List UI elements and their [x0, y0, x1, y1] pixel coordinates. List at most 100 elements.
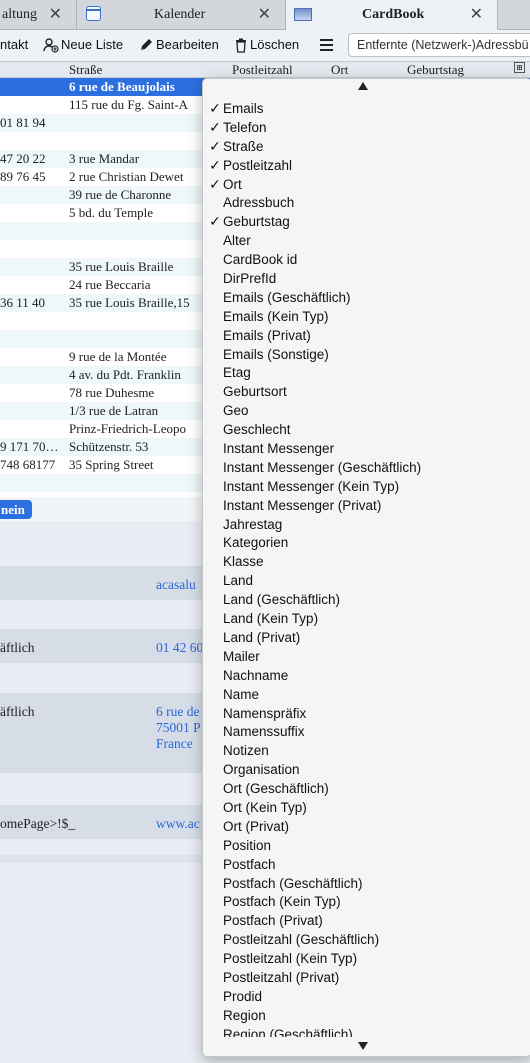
- column-option[interactable]: Etag: [203, 363, 530, 382]
- new-list-button[interactable]: Neue Liste: [43, 30, 123, 60]
- column-option-label: Position: [223, 837, 272, 853]
- column-picker-icon[interactable]: ⊞: [514, 62, 525, 73]
- column-option-label: Name: [223, 686, 260, 702]
- column-option[interactable]: Land: [203, 571, 530, 590]
- contact-street-cell: 35 rue Louis Braille: [69, 259, 174, 274]
- column-option-label: Instant Messenger: [223, 441, 335, 457]
- column-option[interactable]: Name: [203, 685, 530, 704]
- column-option[interactable]: Postleitzahl (Kein Typ): [203, 949, 530, 968]
- column-option[interactable]: ✓ Ort: [203, 175, 530, 194]
- column-option[interactable]: Postfach (Geschäftlich): [203, 874, 530, 893]
- column-option-label: CardBook id: [223, 252, 298, 268]
- column-option[interactable]: Land (Kein Typ): [203, 609, 530, 628]
- column-option[interactable]: Land (Geschäftlich): [203, 590, 530, 609]
- column-option[interactable]: Instant Messenger (Privat): [203, 496, 530, 515]
- hamburger-menu-icon[interactable]: [320, 39, 333, 51]
- contact-street-cell: 2 rue Christian Dewet: [69, 169, 184, 184]
- column-option[interactable]: Geo: [203, 401, 530, 420]
- detail-address-line[interactable]: 6 rue de: [156, 704, 199, 720]
- column-option[interactable]: Instant Messenger: [203, 439, 530, 458]
- column-option[interactable]: CardBook id: [203, 250, 530, 269]
- column-option[interactable]: Ort (Privat): [203, 817, 530, 836]
- tab-address-management[interactable]: altung ✕: [0, 0, 77, 29]
- tab-bar: altung ✕ Kalender ✕ CardBook ✕: [0, 0, 530, 30]
- column-option[interactable]: Ort (Geschäftlich): [203, 779, 530, 798]
- column-option[interactable]: Postleitzahl (Privat): [203, 968, 530, 987]
- new-list-label: Neue Liste: [61, 37, 124, 52]
- column-option[interactable]: DirPrefId: [203, 269, 530, 288]
- column-option-label: Nachname: [223, 667, 289, 683]
- column-option[interactable]: Emails (Privat): [203, 326, 530, 345]
- column-option[interactable]: Postfach (Privat): [203, 911, 530, 930]
- column-option[interactable]: Postleitzahl (Geschäftlich): [203, 930, 530, 949]
- column-option[interactable]: ✓ Emails: [203, 99, 530, 118]
- column-option[interactable]: Land (Privat): [203, 628, 530, 647]
- column-option-label: Instant Messenger (Kein Typ): [223, 478, 400, 494]
- column-option[interactable]: ✓ Postleitzahl: [203, 156, 530, 175]
- column-option[interactable]: ✓ Straße: [203, 137, 530, 156]
- column-option[interactable]: Region (Geschäftlich): [203, 1025, 530, 1037]
- column-option[interactable]: Position: [203, 836, 530, 855]
- column-option-label: Telefon: [223, 119, 267, 135]
- contact-phone-cell: 36 11 40: [0, 295, 46, 310]
- column-option[interactable]: Geschlecht: [203, 420, 530, 439]
- column-option[interactable]: Klasse: [203, 552, 530, 571]
- column-header-city[interactable]: Ort: [331, 62, 348, 77]
- column-option-label: Instant Messenger (Privat): [223, 497, 382, 513]
- column-option[interactable]: Instant Messenger (Kein Typ): [203, 477, 530, 496]
- column-option[interactable]: ✓ Geburtstag: [203, 212, 530, 231]
- detail-homepage-value[interactable]: www.ac: [156, 816, 200, 832]
- column-option[interactable]: Prodid: [203, 987, 530, 1006]
- close-icon[interactable]: ✕: [470, 0, 483, 29]
- selected-value-chip[interactable]: nein: [0, 500, 32, 519]
- detail-address-line[interactable]: France: [156, 736, 193, 752]
- column-header-birthday[interactable]: Geburtstag: [407, 62, 464, 77]
- column-option[interactable]: Mailer: [203, 647, 530, 666]
- column-option[interactable]: Postfach: [203, 855, 530, 874]
- column-header-street[interactable]: Straße: [69, 62, 102, 77]
- tab-cardbook[interactable]: CardBook ✕: [286, 0, 498, 30]
- tab-calendar[interactable]: Kalender ✕: [77, 0, 286, 29]
- new-contact-button[interactable]: ntakt: [0, 30, 28, 60]
- contact-street-cell: 35 Spring Street: [69, 457, 154, 472]
- close-icon[interactable]: ✕: [258, 0, 271, 29]
- column-option[interactable]: Emails (Kein Typ): [203, 307, 530, 326]
- column-option[interactable]: Kategorien: [203, 533, 530, 552]
- detail-phone-value[interactable]: 01 42 60: [156, 640, 203, 656]
- column-option[interactable]: Instant Messenger (Geschäftlich): [203, 458, 530, 477]
- checkmark-icon: ✓: [209, 175, 221, 192]
- column-option-label: Adressbuch: [223, 195, 295, 211]
- column-option-label: Notizen: [223, 743, 269, 759]
- column-option[interactable]: Adressbuch: [203, 193, 530, 212]
- delete-button[interactable]: Löschen: [235, 30, 299, 60]
- contact-street-cell: 1/3 rue de Latran: [69, 403, 159, 418]
- column-option-label: Geburtstag: [223, 214, 290, 230]
- column-option[interactable]: Geburtsort: [203, 382, 530, 401]
- column-option[interactable]: Region: [203, 1006, 530, 1025]
- column-option[interactable]: Jahrestag: [203, 515, 530, 534]
- edit-button[interactable]: Bearbeiten: [139, 30, 219, 60]
- scroll-down-arrow-icon[interactable]: [358, 1042, 368, 1050]
- scroll-up-arrow-icon[interactable]: [358, 82, 368, 90]
- detail-address-line[interactable]: 75001 P: [156, 720, 201, 736]
- column-option[interactable]: Namenssuffix: [203, 722, 530, 741]
- column-option[interactable]: ✓ Telefon: [203, 118, 530, 137]
- detail-email-value[interactable]: acasalu: [156, 577, 196, 593]
- close-icon[interactable]: ✕: [49, 0, 62, 29]
- column-option[interactable]: Nachname: [203, 666, 530, 685]
- checkmark-icon: ✓: [209, 213, 221, 230]
- column-option-label: Land (Privat): [223, 629, 301, 645]
- column-option[interactable]: Namenspräfix: [203, 704, 530, 723]
- address-book-search-input[interactable]: Entfernte (Netzwerk-)Adressbü: [348, 33, 530, 57]
- column-option[interactable]: Notizen: [203, 741, 530, 760]
- column-picker-popup: ✓ Emails ✓ Telefon ✓ Straße ✓ Postleitzahl ✓ Ort A…: [202, 78, 530, 1057]
- column-header-zip[interactable]: Postleitzahl: [232, 62, 293, 77]
- toolbar: ntakt Neue Liste Bearbeiten Löschen Entf…: [0, 30, 530, 62]
- column-option[interactable]: Emails (Geschäftlich): [203, 288, 530, 307]
- column-option[interactable]: Organisation: [203, 760, 530, 779]
- column-option-label: Emails (Privat): [223, 327, 311, 343]
- column-option[interactable]: Ort (Kein Typ): [203, 798, 530, 817]
- column-option[interactable]: Emails (Sonstige): [203, 345, 530, 364]
- column-option[interactable]: Postfach (Kein Typ): [203, 892, 530, 911]
- column-option[interactable]: Alter: [203, 231, 530, 250]
